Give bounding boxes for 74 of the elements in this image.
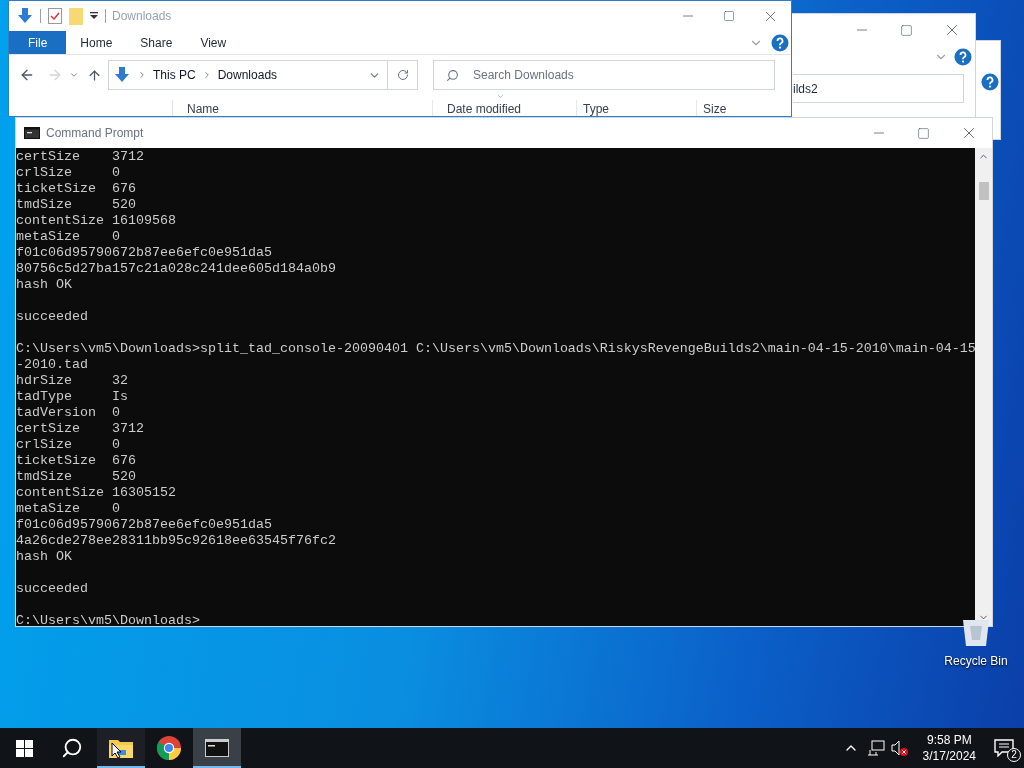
search-icon xyxy=(446,69,459,82)
scrollbar[interactable] xyxy=(975,148,992,626)
console-line: certSize 3712 xyxy=(16,421,144,437)
notification-count: 2 xyxy=(1007,748,1021,762)
separator-icon xyxy=(137,70,147,80)
console-line: crlSize 0 xyxy=(16,165,120,181)
console-line: contentSize 16109568 xyxy=(16,213,176,229)
taskbar-app[interactable] xyxy=(97,728,145,768)
console-line: tmdSize 520 xyxy=(16,469,136,485)
desktop-icon-label[interactable]: Recycle Bin xyxy=(944,652,1008,670)
ribbon-tab[interactable]: Home xyxy=(66,31,127,54)
terminal-icon xyxy=(24,127,40,139)
scroll-thumb[interactable] xyxy=(978,182,989,200)
console-line: 80756c5d27ba157c21a028c241dee605d184a0b9 xyxy=(16,261,336,277)
console-line: certSize 3712 xyxy=(16,149,144,165)
console-line: 4a26cde278ee28311bb95c92618ee63545f76fc2 xyxy=(16,533,336,549)
breadcrumb-item[interactable]: Downloads xyxy=(217,66,278,84)
ribbon-tab[interactable]: Share xyxy=(126,31,187,54)
taskbar-app[interactable] xyxy=(193,728,241,768)
console-line: hash OK xyxy=(16,549,72,565)
properties-icon[interactable] xyxy=(47,7,63,25)
ribbon-tab[interactable]: View xyxy=(186,31,241,54)
download-arrow-icon xyxy=(113,66,131,84)
console-line: ticketSize 676 xyxy=(16,453,136,469)
help-icon[interactable] xyxy=(954,48,972,66)
back-button[interactable] xyxy=(19,67,35,83)
console-line: f01c06d95790672b87ee6efc0e951da5 xyxy=(16,245,272,261)
chrome-icon xyxy=(157,736,181,760)
search-field[interactable]: Search Downloads xyxy=(433,60,775,90)
console-line: hdrSize 32 xyxy=(16,373,128,389)
address-bar[interactable]: ilds2 xyxy=(793,74,964,103)
clock-date[interactable]: 3/17/2024 xyxy=(922,748,976,764)
windows-logo-icon[interactable] xyxy=(16,739,33,757)
console-line: metaSize 0 xyxy=(16,501,120,517)
console-line: f01c06d95790672b87ee6efc0e951da5 xyxy=(16,517,272,533)
console-line: metaSize 0 xyxy=(16,229,120,245)
address-bar[interactable]: This PC Downloads xyxy=(108,60,388,90)
download-arrow-icon xyxy=(16,7,34,25)
refresh-button[interactable] xyxy=(388,60,418,90)
window-title: Downloads xyxy=(112,8,172,25)
notifications-button[interactable]: 2 xyxy=(984,728,1024,768)
window-title: Command Prompt xyxy=(46,125,144,142)
maximize-button[interactable] xyxy=(900,23,913,37)
console-line: tmdSize 520 xyxy=(16,197,136,213)
maximize-button[interactable] xyxy=(723,10,735,22)
breadcrumb-item[interactable]: This PC xyxy=(153,66,196,84)
clock-time[interactable]: 9:58 PM xyxy=(926,732,972,748)
cursor-icon xyxy=(111,742,122,759)
console-line: tadVersion 0 xyxy=(16,405,120,421)
help-icon[interactable] xyxy=(981,73,999,91)
ribbon-tab[interactable]: File xyxy=(9,31,67,54)
recent-locations-icon[interactable] xyxy=(69,70,79,80)
search-icon[interactable] xyxy=(61,737,83,759)
up-button[interactable] xyxy=(87,67,102,83)
console-line: ticketSize 676 xyxy=(16,181,136,197)
console-line: C:\Users\vm5\Downloads>split_tad_console-20090401 C:\Users\vm5\Downloads\RiskysRevengeBuilds2\main-04-15-2010\main-04-15 xyxy=(16,341,975,357)
console-line: succeeded xyxy=(16,581,88,597)
console-line: -2010.tad xyxy=(16,357,88,373)
maximize-button[interactable] xyxy=(917,126,930,140)
muted-speaker-icon[interactable] xyxy=(890,739,909,757)
console-line: hash OK xyxy=(16,277,72,293)
help-icon[interactable] xyxy=(771,33,789,52)
terminal-icon xyxy=(205,739,229,757)
column-header[interactable]: Date modified xyxy=(447,102,522,116)
console-line: succeeded xyxy=(16,309,88,325)
console-line: C:\Users\vm5\Downloads> xyxy=(16,613,200,626)
recycle-bin-icon[interactable] xyxy=(960,620,992,646)
console-line: contentSize 16305152 xyxy=(16,485,176,501)
sort-icon xyxy=(496,92,505,101)
console-line: tadType Is xyxy=(16,389,128,405)
network-icon[interactable] xyxy=(866,740,885,756)
console-line: crlSize 0 xyxy=(16,437,120,453)
dropdown-icon[interactable] xyxy=(89,11,99,21)
refresh-icon xyxy=(396,69,409,81)
